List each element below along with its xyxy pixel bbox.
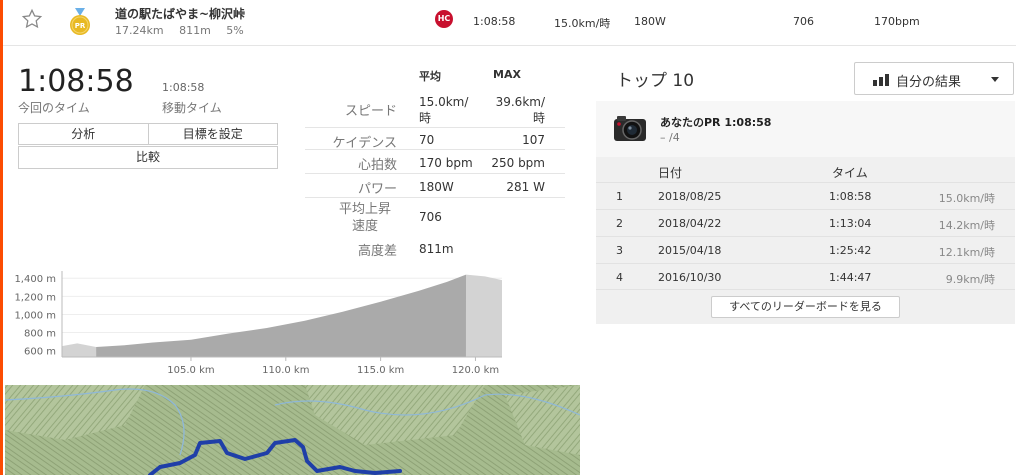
elevation-profile-chart[interactable]: 600 m 800 m 1,000 m 1,200 m 1,400 m 105.0 km 1… (10, 265, 510, 383)
analyze-button[interactable]: 分析 (19, 124, 149, 144)
see-all-leaderboards-button[interactable]: すべてのリーダーボードを見る (711, 296, 900, 318)
segment-heartrate: 170bpm (874, 15, 920, 28)
segment-power: 180W (634, 15, 666, 28)
stat-max: 39.6km/時 (495, 95, 545, 125)
my-results-label: 自分の結果 (896, 75, 962, 90)
stat-row-cadence: ケイデンス 70 107 (305, 128, 565, 151)
row-speed: 12.1km/時 (938, 246, 995, 259)
accent-bar (0, 0, 3, 475)
row-date[interactable]: 2018/08/25 (658, 190, 721, 203)
pr-rank: – /4 (660, 131, 680, 144)
row-rank: 2 (616, 217, 623, 230)
pr-medal-icon: PR (70, 8, 90, 35)
leaderboard-row[interactable]: 4 2016/10/30 1:44:47 9.9km/時 (596, 263, 1015, 290)
col-header-date: 日付 (658, 166, 683, 180)
segment-vam: 706 (793, 15, 814, 28)
route-map[interactable] (5, 385, 580, 475)
elevation-area-before (62, 343, 97, 357)
stat-label: パワー (357, 182, 397, 197)
stat-row-vam: 平均上昇速度 706 (305, 198, 565, 236)
stat-label: 心拍数 (357, 158, 397, 173)
col-header-time: タイム (832, 166, 868, 180)
row-time: 1:25:42 (829, 244, 872, 257)
star-icon[interactable] (21, 8, 43, 30)
leaderboard-row[interactable]: 3 2015/04/18 1:25:42 12.1km/時 (596, 236, 1015, 263)
stats-header-max: MAX (493, 68, 521, 81)
stat-avg: 170 bpm (419, 156, 473, 170)
row-date[interactable]: 2015/04/18 (658, 244, 721, 257)
leaderboard-panel: あなたのPR 1:08:58 – /4 日付 タイム 1 2018/08/25 … (596, 101, 1015, 324)
stat-avg: 180W (419, 180, 454, 194)
segment-time: 1:08:58 (473, 15, 516, 28)
stat-max: 281 W (506, 180, 545, 194)
stat-row-heartrate: 心拍数 170 bpm 250 bpm (305, 150, 565, 174)
row-rank: 4 (616, 271, 623, 284)
row-date[interactable]: 2018/04/22 (658, 217, 721, 230)
bar-chart-icon (873, 74, 889, 86)
stat-max: 250 bpm (491, 156, 545, 170)
y-tick-label: 1,200 m (14, 292, 56, 303)
y-tick-label: 600 m (24, 347, 56, 358)
my-results-dropdown[interactable]: 自分の結果 (854, 62, 1014, 95)
stat-label: 平均上昇速度 (338, 202, 391, 234)
x-tick-label: 115.0 km (357, 365, 404, 376)
segment-subtitle: 17.24km 811m 5% (115, 24, 256, 37)
row-speed: 9.9km/時 (945, 273, 995, 286)
pr-summary: あなたのPR 1:08:58 – /4 (596, 101, 1015, 157)
stat-label: スピード (344, 104, 397, 119)
medal-label: PR (75, 22, 86, 30)
stat-label: ケイデンス (332, 136, 397, 151)
stat-row-power: パワー 180W 281 W (305, 174, 565, 198)
x-tick-label: 110.0 km (262, 365, 309, 376)
segment-elevation: 811m (179, 24, 211, 37)
chevron-down-icon (991, 77, 999, 82)
row-rank: 3 (616, 244, 623, 257)
top10-title: トップ 10 (616, 71, 695, 91)
segment-row[interactable]: PR 道の駅たばやま~柳沢峠 17.24km 811m 5% HC 1:08:5… (3, 0, 1016, 46)
row-time: 1:08:58 (829, 190, 872, 203)
stat-label: 高度差 (357, 244, 397, 259)
leaderboard-row[interactable]: 2 2018/04/22 1:13:04 14.2km/時 (596, 209, 1015, 236)
x-tick-label: 105.0 km (167, 365, 214, 376)
moving-time-label: 移動タイム (162, 101, 222, 115)
moving-time: 1:08:58 (162, 81, 205, 94)
y-tick-label: 800 m (24, 329, 56, 340)
y-tick-label: 1,000 m (14, 310, 56, 321)
segment-name[interactable]: 道の駅たばやま~柳沢峠 (115, 5, 245, 22)
segment-distance: 17.24km (115, 24, 164, 37)
stat-avg: 811m (419, 242, 454, 256)
action-button-row: 分析 目標を設定 (18, 123, 278, 145)
x-tick-label: 120.0 km (452, 365, 499, 376)
stat-avg: 70 (419, 133, 435, 147)
elevation-area-segment (96, 274, 466, 357)
row-speed: 14.2km/時 (938, 219, 995, 232)
row-time: 1:44:47 (829, 271, 872, 284)
stat-row-speed: スピード 15.0km/時 39.6km/時 (305, 92, 565, 128)
stat-row-elev-diff: 高度差 811m (305, 236, 565, 260)
elevation-area-after (465, 274, 502, 357)
row-rank: 1 (616, 190, 623, 203)
avatar[interactable] (613, 113, 647, 145)
compare-button[interactable]: 比較 (18, 146, 278, 169)
elapsed-time-label: 今回のタイム (18, 101, 90, 115)
segment-grade: 5% (226, 24, 244, 37)
y-tick-label: 1,400 m (14, 274, 56, 285)
hc-category-badge: HC (435, 10, 453, 28)
row-speed: 15.0km/時 (938, 192, 995, 205)
stat-max: 107 (522, 133, 545, 147)
set-goal-button[interactable]: 目標を設定 (148, 124, 277, 144)
row-time: 1:13:04 (829, 217, 872, 230)
stat-avg: 15.0km/時 (419, 95, 469, 125)
segment-speed: 15.0km/時 (554, 17, 611, 30)
pr-title: あなたのPR 1:08:58 (660, 116, 772, 129)
stat-avg: 706 (419, 210, 442, 224)
leaderboard-row[interactable]: 1 2018/08/25 1:08:58 15.0km/時 (596, 182, 1015, 209)
stats-header-avg: 平均 (419, 70, 441, 83)
elapsed-time: 1:08:58 (18, 64, 134, 99)
row-date[interactable]: 2016/10/30 (658, 271, 721, 284)
